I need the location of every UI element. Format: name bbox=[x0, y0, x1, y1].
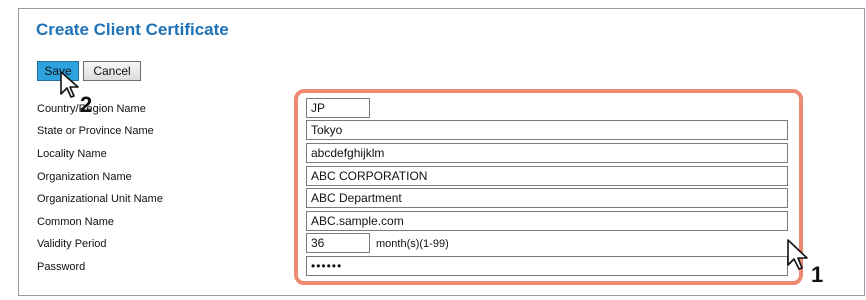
organization-field[interactable]: ABC CORPORATION bbox=[306, 166, 788, 186]
common-name-label: Common Name bbox=[37, 216, 115, 228]
step-1-number: 1 bbox=[811, 262, 824, 287]
step-2-number: 2 bbox=[80, 92, 93, 117]
locality-field[interactable]: abcdefghijklm bbox=[306, 143, 788, 163]
validity-period-field[interactable]: 36 bbox=[306, 233, 370, 253]
validity-period-unit: month(s)(1-99) bbox=[376, 238, 449, 250]
password-label: Password bbox=[37, 261, 86, 273]
page-title: Create Client Certificate bbox=[36, 20, 229, 39]
organization-label: Organization Name bbox=[37, 171, 132, 183]
organizational-unit-field[interactable]: ABC Department bbox=[306, 188, 788, 208]
save-button[interactable]: Save bbox=[37, 61, 79, 81]
country-region-field[interactable]: JP bbox=[306, 98, 370, 118]
cancel-button[interactable]: Cancel bbox=[83, 61, 141, 81]
password-field[interactable]: •••••• bbox=[306, 256, 788, 276]
state-province-field[interactable]: Tokyo bbox=[306, 120, 788, 140]
validity-period-label: Validity Period bbox=[37, 238, 107, 250]
locality-label: Locality Name bbox=[37, 148, 107, 160]
state-province-label: State or Province Name bbox=[37, 125, 154, 137]
common-name-field[interactable]: ABC.sample.com bbox=[306, 211, 788, 231]
organizational-unit-label: Organizational Unit Name bbox=[37, 193, 163, 205]
